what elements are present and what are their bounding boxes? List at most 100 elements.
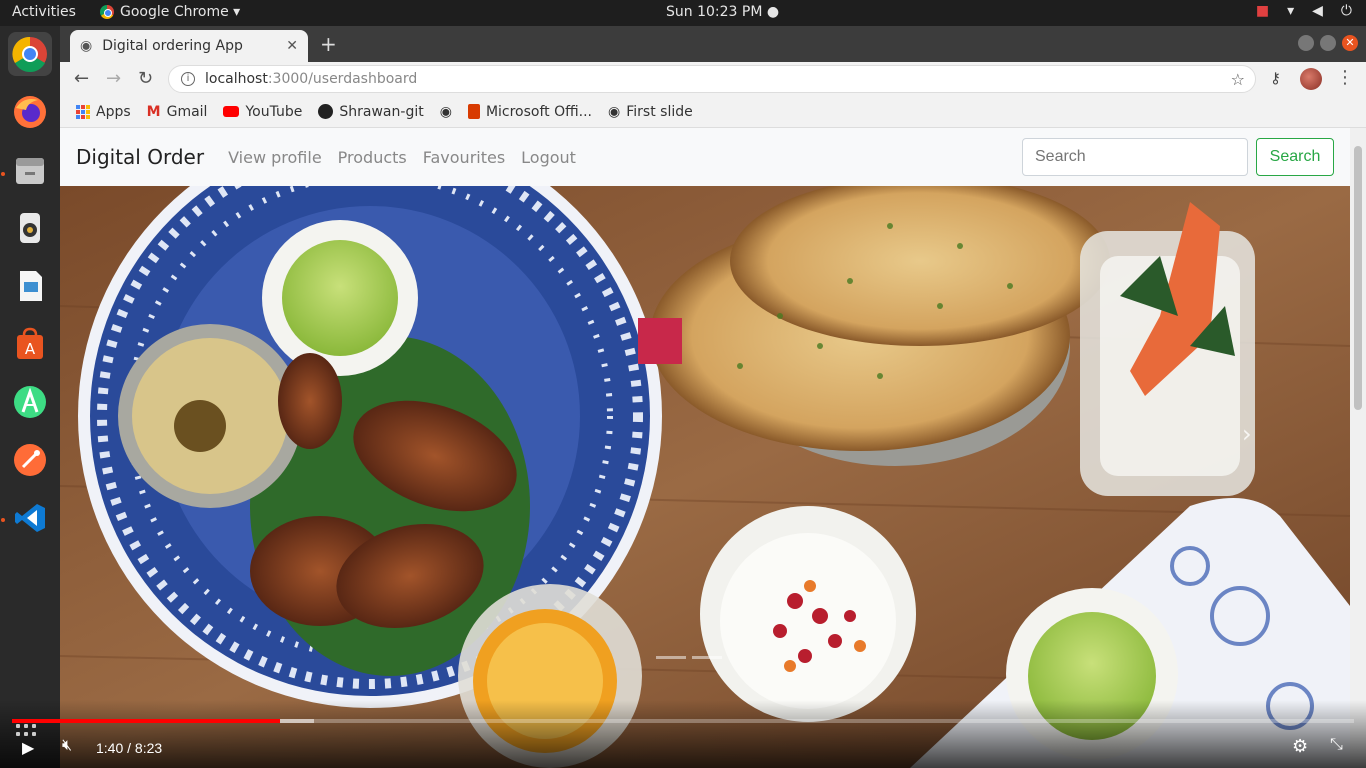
back-icon[interactable]: ←: [74, 68, 89, 89]
chrome-icon: [12, 36, 47, 72]
bookmark-star-icon[interactable]: ☆: [1231, 70, 1245, 89]
url-host: localhost: [205, 71, 268, 87]
minimize-icon[interactable]: [1298, 35, 1314, 51]
bookmark-apps[interactable]: Apps: [76, 104, 131, 120]
search-button[interactable]: Search: [1256, 138, 1334, 176]
reload-icon[interactable]: ↻: [138, 68, 153, 89]
bookmark-label: Apps: [96, 103, 131, 120]
app-menu-label: Google Chrome ▾: [120, 4, 241, 20]
network-icon[interactable]: ▾: [1287, 3, 1294, 19]
info-icon[interactable]: i: [181, 72, 195, 86]
nav-favourites[interactable]: Favourites: [423, 148, 505, 167]
close-tab-icon[interactable]: ✕: [286, 38, 298, 54]
android-studio-icon: [14, 386, 46, 418]
nav-products[interactable]: Products: [338, 148, 407, 167]
search-input[interactable]: [1022, 138, 1248, 176]
volume-icon[interactable]: ◀: [1312, 3, 1323, 19]
github-icon: [318, 104, 334, 119]
menu-icon[interactable]: ⋮: [1336, 67, 1354, 88]
globe-icon: ◉: [608, 103, 621, 120]
key-icon[interactable]: ⚷: [1270, 69, 1281, 87]
url-path: :3000/userdashboard: [267, 71, 418, 87]
video-progress-bar[interactable]: [12, 719, 1354, 723]
bookmark-label: Shrawan-git: [339, 103, 424, 120]
globe-icon: ◉: [439, 103, 452, 120]
tab-digital-ordering[interactable]: ◉ Digital ordering App ✕: [70, 30, 308, 62]
globe-icon: ◉: [80, 38, 93, 54]
office-icon: [467, 104, 480, 119]
software-center-icon: A: [17, 327, 43, 359]
gmail-icon: M: [146, 103, 161, 120]
address-bar[interactable]: i localhost:3000/userdashboard ☆: [168, 65, 1256, 93]
bookmark-microsoft-office[interactable]: Microsoft Offi...: [467, 103, 593, 120]
tab-title: Digital ordering App: [102, 38, 243, 54]
bookmark-globe[interactable]: ◉: [440, 104, 452, 120]
dock-firefox[interactable]: [8, 90, 52, 134]
carousel-next-icon[interactable]: ›: [1242, 420, 1252, 448]
dock-postman[interactable]: [8, 438, 52, 482]
new-tab-button[interactable]: +: [320, 32, 337, 56]
system-top-bar: Activities Google Chrome ▾ Sun 10:23 PM …: [0, 0, 1366, 26]
dock: A: [0, 26, 60, 768]
carousel-food-image: [60, 186, 1350, 768]
nav-logout[interactable]: Logout: [521, 148, 576, 167]
dock-android-studio[interactable]: [8, 380, 52, 424]
svg-text:A: A: [25, 340, 36, 358]
power-icon[interactable]: ⏻: [1341, 3, 1352, 19]
progress-buffered: [280, 719, 315, 723]
bookmarks-bar: Apps M Gmail YouTube Shrawan-git ◉ Micro…: [60, 96, 1366, 128]
camera-icon[interactable]: ■: [1256, 3, 1269, 19]
web-page: Digital Order View profile Products Favo…: [60, 128, 1366, 768]
close-window-icon[interactable]: ✕: [1342, 35, 1358, 51]
app-menu[interactable]: Google Chrome ▾: [100, 4, 240, 20]
tab-strip: ◉ Digital ordering App ✕ + ✕: [60, 26, 1366, 62]
food-carousel[interactable]: ›: [60, 186, 1350, 768]
dock-rhythmbox[interactable]: [8, 206, 52, 250]
bookmark-label: Microsoft Offi...: [485, 103, 593, 120]
forward-icon[interactable]: →: [106, 68, 121, 89]
progress-played: [12, 719, 281, 723]
bookmark-github[interactable]: Shrawan-git: [318, 103, 424, 120]
chrome-icon: [100, 5, 114, 19]
play-icon[interactable]: ▶: [22, 738, 34, 758]
postman-icon: [14, 444, 46, 476]
mute-icon[interactable]: 🔇︎: [62, 737, 72, 755]
clock[interactable]: Sun 10:23 PM ●: [666, 4, 779, 20]
profile-avatar[interactable]: [1300, 68, 1322, 90]
bookmark-gmail[interactable]: M Gmail: [147, 104, 208, 120]
dock-software[interactable]: A: [8, 322, 52, 366]
video-time: 1:40 / 8:23: [96, 740, 163, 756]
bookmark-label: First slide: [626, 103, 693, 120]
brand-link[interactable]: Digital Order: [76, 145, 204, 169]
indicator[interactable]: [692, 656, 722, 659]
activities-button[interactable]: Activities: [12, 4, 76, 20]
page-scrollbar[interactable]: [1350, 128, 1366, 768]
browser-window: ◉ Digital ordering App ✕ + ✕ ← → ↻ i loc…: [60, 26, 1366, 768]
bookmark-first-slide[interactable]: ◉ First slide: [608, 104, 693, 120]
bookmark-label: Gmail: [166, 103, 208, 120]
nav-view-profile[interactable]: View profile: [228, 148, 322, 167]
settings-gear-icon[interactable]: ⚙: [1292, 736, 1308, 757]
scrollbar-thumb[interactable]: [1354, 146, 1362, 410]
exit-fullscreen-icon[interactable]: ⤡: [1330, 736, 1343, 754]
browser-toolbar: ← → ↻ i localhost:3000/userdashboard ☆ ⚷…: [60, 62, 1366, 96]
bookmark-youtube[interactable]: YouTube: [223, 104, 302, 120]
window-controls: ✕: [1298, 35, 1358, 51]
apps-grid-icon: [76, 104, 90, 119]
indicator[interactable]: [656, 656, 686, 659]
dock-chrome[interactable]: [8, 32, 52, 76]
video-control-bar: ▶ 🔇︎ 1:40 / 8:23 ⚙ ⤡: [0, 734, 1366, 762]
firefox-icon: [14, 96, 46, 128]
bookmark-label: YouTube: [245, 103, 303, 120]
system-tray[interactable]: ■ ▾ ◀ ⏻: [1256, 3, 1352, 19]
dock-vscode[interactable]: [8, 496, 52, 540]
youtube-icon: [223, 106, 240, 117]
dock-files[interactable]: [8, 148, 52, 192]
dock-impress[interactable]: [8, 264, 52, 308]
vscode-icon: [15, 504, 45, 532]
site-navbar: Digital Order View profile Products Favo…: [60, 128, 1350, 186]
carousel-indicators: [656, 656, 722, 659]
rhythmbox-icon: [20, 213, 40, 243]
files-icon: [16, 158, 44, 184]
maximize-icon[interactable]: [1320, 35, 1336, 51]
